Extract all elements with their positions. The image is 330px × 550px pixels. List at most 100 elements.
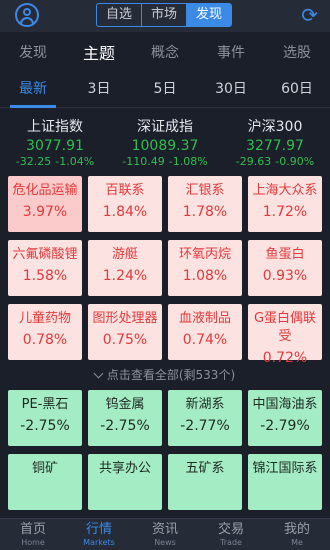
losers-grid: PE-黑石 -2.75% 钨金属 -2.75% 新湖系 -2.77% 中国海油系 -2.… [0,390,330,510]
theme-card[interactable]: G蛋白偶联受 0.72% [248,304,322,366]
tab-period-5d[interactable]: 5日 [132,72,198,108]
category-tabs: 发现 主题 概念 事件 选股 [0,32,330,72]
theme-card[interactable]: 中国海油系 -2.79% [248,390,322,446]
segment-watchlist[interactable]: 自选 [97,4,142,26]
index-summary: 上证指数 3077.91 -32.25 -1.04% 深证成指 10089.37 … [0,108,330,172]
theme-change: 3.97% [22,204,68,220]
tab-period-30d[interactable]: 30日 [198,72,264,108]
bottom-tab-label: 行情 [85,522,112,537]
tab-theme[interactable]: 主题 [66,40,132,64]
top-bar: 自选 市场 发现 ⟳ [0,0,330,32]
theme-name: 汇银系 [185,183,225,198]
theme-card[interactable]: 环氧丙烷 1.08% [168,240,242,296]
theme-card[interactable]: 危化品运输 3.97% [8,176,82,232]
index-change: -110.49 [122,155,165,168]
index-shanghai[interactable]: 上证指数 3077.91 -32.25 -1.04% [0,118,110,172]
index-value: 3077.91 [26,138,84,154]
theme-change: 1.24% [102,268,148,284]
theme-change: 0.74% [182,332,228,348]
theme-name: 儿童药物 [18,311,71,326]
theme-change: 1.78% [182,204,228,220]
tab-discover[interactable]: 发现 [0,42,66,62]
theme-change: 1.08% [182,268,228,284]
theme-change: -2.79% [260,418,310,434]
segment-control: 自选 市场 发现 [96,3,232,27]
theme-change: 0.75% [102,332,148,348]
bottom-tab-sublabel: Me [291,538,303,547]
index-shenzhen[interactable]: 深证成指 10089.37 -110.49 -1.08% [110,118,220,172]
tab-concept[interactable]: 概念 [132,42,198,62]
theme-card[interactable]: 游艇 1.24% [88,240,162,296]
theme-card[interactable]: PE-黑石 -2.75% [8,390,82,446]
user-body-shape [20,17,34,24]
bottom-tab-label: 交易 [217,522,244,537]
theme-name: 危化品运输 [12,183,78,198]
theme-card[interactable]: 图形处理器 0.75% [88,304,162,360]
theme-name: G蛋白偶联受 [253,311,317,344]
tab-event[interactable]: 事件 [198,42,264,62]
bottom-tab-markets[interactable]: 行情 Markets [66,519,132,550]
index-value: 10089.37 [131,138,199,154]
theme-card[interactable]: 百联系 1.84% [88,176,162,232]
index-name: 深证成指 [137,119,193,135]
index-name: 上证指数 [27,119,83,135]
segment-discover[interactable]: 发现 [187,4,231,26]
bottom-tab-me[interactable]: 我的 Me [264,519,330,550]
index-percent: -0.90% [275,155,315,168]
tab-period-60d[interactable]: 60日 [264,72,330,108]
theme-change: 0.78% [22,332,68,348]
theme-name: 游艇 [111,247,138,262]
index-value: 3277.97 [246,138,304,154]
user-icon[interactable] [15,3,39,27]
tab-period-3d[interactable]: 3日 [66,72,132,108]
theme-name: 锦江国际系 [252,461,318,476]
theme-card[interactable]: 鱼蛋白 0.93% [248,240,322,296]
theme-change: 1.84% [102,204,148,220]
theme-card[interactable]: 共享办公 [88,454,162,510]
bottom-tab-home[interactable]: 首页 Home [0,519,66,550]
bottom-tab-label: 我的 [283,522,310,537]
theme-change: 1.58% [22,268,68,284]
bottom-tab-sublabel: Markets [83,538,115,547]
theme-change: 1.72% [262,204,308,220]
theme-card[interactable]: 钨金属 -2.75% [88,390,162,446]
theme-name: 鱼蛋白 [265,247,305,262]
theme-card[interactable]: 锦江国际系 [248,454,322,510]
bottom-tab-sublabel: Home [21,538,45,547]
theme-name: 铜矿 [31,461,58,476]
index-percent: -1.08% [168,155,208,168]
bottom-tab-trade[interactable]: 交易 Trade [198,519,264,550]
segment-market[interactable]: 市场 [142,4,187,26]
index-hs300[interactable]: 沪深300 3277.97 -29.63 -0.90% [220,118,330,172]
period-tabs: 最新 3日 5日 30日 60日 [0,72,330,108]
theme-name: 百联系 [105,183,145,198]
theme-card[interactable]: 六氟磷酸锂 1.58% [8,240,82,296]
theme-card[interactable]: 新湖系 -2.77% [168,390,242,446]
tab-period-latest[interactable]: 最新 [0,72,66,108]
refresh-icon[interactable]: ⟳ [301,3,318,27]
theme-name: 新湖系 [185,397,225,412]
user-head-shape [23,8,31,16]
tab-stock-picker[interactable]: 选股 [264,42,330,62]
theme-card[interactable]: 血液制品 0.74% [168,304,242,360]
theme-card[interactable]: 上海大众系 1.72% [248,176,322,232]
bottom-tab-sublabel: Trade [220,538,242,547]
theme-card[interactable]: 汇银系 1.78% [168,176,242,232]
theme-name: 六氟磷酸锂 [12,247,78,262]
theme-name: 中国海油系 [252,397,318,412]
bottom-tab-news[interactable]: 资讯 News [132,519,198,550]
bottom-tab-label: 首页 [19,522,46,537]
theme-name: 环氧丙烷 [178,247,231,262]
theme-name: 上海大众系 [252,183,318,198]
theme-card[interactable]: 儿童药物 0.78% [8,304,82,360]
index-name: 沪深300 [247,119,303,135]
theme-name: 血液制品 [178,311,231,326]
theme-name: 钨金属 [105,397,145,412]
bottom-tab-sublabel: News [154,538,176,547]
theme-card[interactable]: 铜矿 [8,454,82,510]
index-change-row: -29.63 -0.90% [220,155,330,169]
theme-change: -2.75% [100,418,150,434]
index-change-row: -32.25 -1.04% [0,155,110,169]
theme-card[interactable]: 五矿系 [168,454,242,510]
index-change: -29.63 [235,155,272,168]
